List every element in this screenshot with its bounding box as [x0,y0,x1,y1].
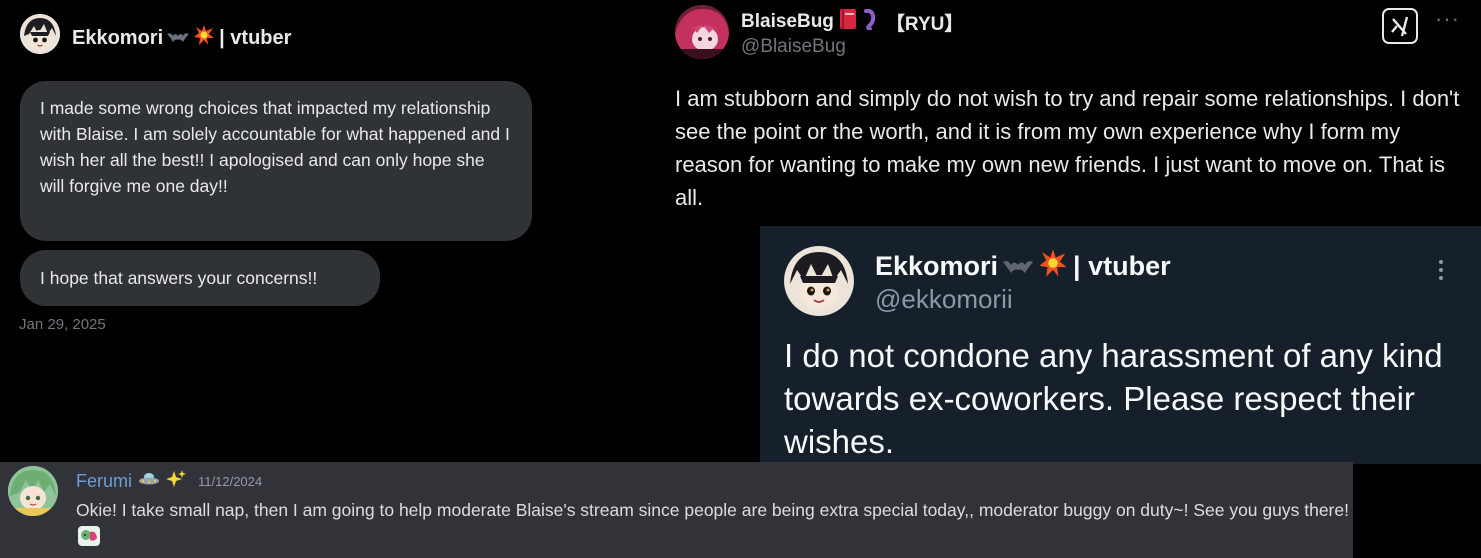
avatar[interactable] [784,246,854,316]
sender-name-row[interactable]: Ekkomori | vtuber [72,24,291,52]
grok-icon[interactable] [1382,8,1418,44]
discord-message: Ferumi 11/12/2024 Okie! I take small nap… [0,462,1353,558]
message-text: I hope that answers your concerns!! [40,268,318,288]
display-name-row[interactable]: BlaiseBug 【RYU】 [741,8,963,36]
message-bubble[interactable]: I hope that answers your concerns!! [20,250,380,306]
blaise-post: BlaiseBug 【RYU】 @BlaiseBug ··· I am stub… [645,0,1481,228]
message-body: Okie! I take small nap, then I am going … [76,500,1349,520]
username[interactable]: Ferumi [76,471,132,492]
display-name: Ekkomori [875,251,999,281]
display-name: BlaiseBug [741,11,834,32]
sparkles-emoji-icon [166,469,187,494]
message-text: Okie! I take small nap, then I am going … [76,496,1351,556]
ekkomori-post: Ekkomori | vtuber @ekkomorii I do not co… [760,226,1481,464]
timestamp[interactable]: 11/12/2024 [198,474,262,489]
avatar[interactable] [675,5,729,59]
more-options-icon[interactable]: ··· [1435,6,1460,32]
collision-emoji-icon [1038,248,1068,285]
avatar[interactable] [8,466,58,516]
purple-worm-emoji-icon [862,8,882,36]
collision-emoji-icon [193,24,215,52]
dm-screenshot: Ekkomori | vtuber I made some wrong choi… [0,0,645,345]
message-bubble[interactable]: I made some wrong choices that impacted … [20,81,532,241]
avatar[interactable] [20,14,60,54]
post-text: I am stubborn and simply do not wish to … [675,86,1460,210]
handle[interactable]: @ekkomorii [875,284,1013,315]
sticker-emoji-icon [76,524,102,556]
sender-suffix: | vtuber [219,26,292,49]
red-book-emoji-icon [838,8,858,36]
post-text: I do not condone any harassment of any k… [784,337,1443,460]
ufo-emoji-icon [138,471,160,492]
message-date: Jan 29, 2025 [19,316,106,333]
name-suffix: | vtuber [1073,251,1171,281]
bat-emoji-icon [167,27,190,50]
sender-name: Ekkomori [72,26,164,49]
more-options-icon[interactable] [1439,260,1445,284]
name-suffix: 【RYU】 [885,13,964,35]
display-name-row[interactable]: Ekkomori | vtuber [875,248,1171,285]
bat-emoji-icon [1003,251,1034,282]
handle[interactable]: @BlaiseBug [741,36,846,58]
message-header: Ferumi 11/12/2024 [76,469,262,494]
message-text: I made some wrong choices that impacted … [40,98,510,196]
